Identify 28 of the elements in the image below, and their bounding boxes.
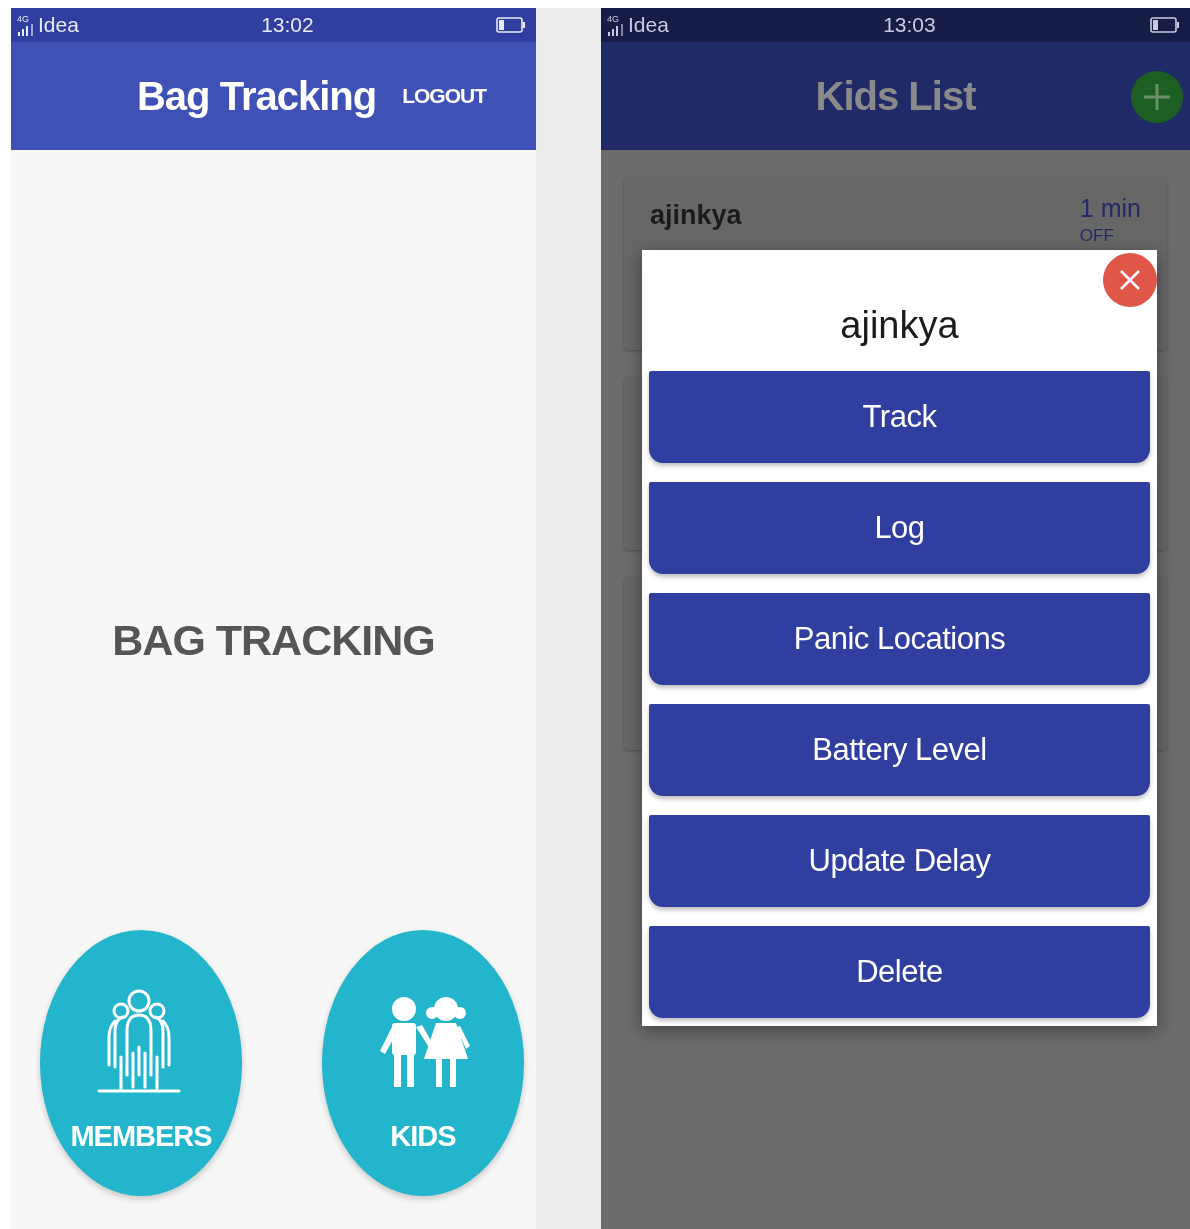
network-label: 4G [607, 14, 619, 24]
menu-button[interactable]: Update Delay [649, 815, 1150, 907]
update-interval: 1 min [1079, 195, 1141, 223]
app-title: Bag Tracking [136, 73, 377, 120]
battery-icon [496, 17, 526, 33]
close-button[interactable] [1103, 253, 1157, 307]
close-icon [1118, 268, 1142, 292]
menu-button[interactable]: Panic Locations [649, 593, 1150, 685]
app-title: Kids List [815, 73, 976, 120]
signal-icon [607, 23, 625, 36]
screen-heading: BAG TRACKING [112, 614, 435, 666]
menu-button[interactable]: Log [649, 482, 1150, 574]
network-label: 4G [17, 14, 29, 24]
dialog-title: ajinkya [840, 303, 959, 348]
menu-button[interactable]: Battery Level [649, 704, 1150, 796]
clock-time: 13:02 [261, 12, 314, 39]
battery-icon [1150, 17, 1180, 33]
menu-button[interactable]: Delete [649, 926, 1150, 1018]
tracking-status: OFF [1079, 224, 1114, 247]
logout-button[interactable]: LOGOUT [402, 80, 486, 112]
menu-button[interactable]: Track [649, 371, 1150, 463]
carrier-name: Idea [38, 12, 79, 39]
carrier-name: Idea [628, 12, 669, 39]
clock-time: 13:03 [883, 12, 936, 39]
kid-name: ajinkya [650, 199, 742, 232]
signal-icon [17, 23, 35, 36]
plus-icon [1142, 82, 1172, 112]
add-button[interactable] [1131, 71, 1183, 123]
